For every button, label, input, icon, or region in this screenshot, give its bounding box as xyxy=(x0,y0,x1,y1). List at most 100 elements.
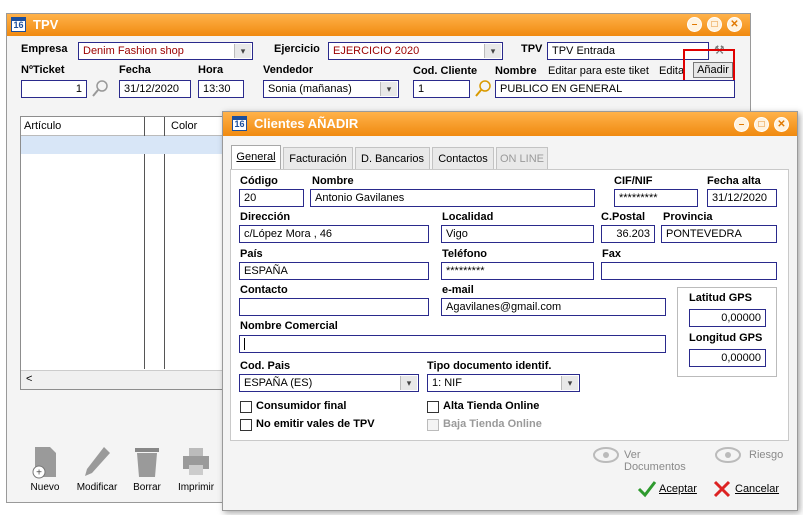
tpv-label: TPV xyxy=(521,43,543,55)
cpostal-field[interactable]: 36.203 xyxy=(601,225,655,243)
cancelar-button[interactable]: Cancelar xyxy=(712,479,782,499)
cod-pais-select[interactable]: ESPAÑA (ES) ▾ xyxy=(239,374,419,392)
horizontal-scrollbar[interactable]: < xyxy=(21,370,229,389)
editar-short-text[interactable]: Edita xyxy=(659,65,684,77)
nticket-value: 1 xyxy=(75,83,82,95)
grid-col-color[interactable]: Color xyxy=(171,120,197,132)
baja-tienda-checkbox xyxy=(427,419,439,431)
riesgo-button[interactable]: Riesgo xyxy=(714,446,786,464)
nticket-field[interactable]: 1 xyxy=(21,80,87,98)
alta-tienda-label: Alta Tienda Online xyxy=(443,400,540,412)
tab-contactos[interactable]: Contactos xyxy=(432,147,494,169)
ejercicio-label: Ejercicio xyxy=(274,43,320,55)
provincia-field[interactable]: PONTEVEDRA xyxy=(661,225,777,243)
nombre-comercial-field[interactable] xyxy=(239,335,666,353)
tab-general[interactable]: General xyxy=(231,145,281,170)
modificar-button[interactable]: Modificar xyxy=(73,445,121,495)
text-cursor xyxy=(244,338,245,351)
checkmark-icon xyxy=(637,481,657,498)
cod-cliente-field[interactable]: 1 xyxy=(413,80,470,98)
grid-header: Artículo Color xyxy=(21,117,229,136)
clientes-titlebar: 16 Clientes AÑADIR – □ ✕ xyxy=(223,112,797,136)
tab-contactos-label: Contactos xyxy=(438,153,488,165)
direccion-label: Dirección xyxy=(240,211,291,223)
minimize-icon[interactable]: – xyxy=(734,117,749,132)
editar-tiket-text[interactable]: Editar para este tiket xyxy=(548,65,649,77)
imprimir-button[interactable]: Imprimir xyxy=(174,445,218,495)
nombre-cliente-field[interactable]: Antonio Gavilanes xyxy=(310,189,595,207)
cod-pais-label: Cod. Pais xyxy=(240,360,291,372)
cpostal-label: C.Postal xyxy=(601,211,646,223)
fecha-alta-value: 31/12/2020 xyxy=(712,192,768,204)
clientes-app-icon: 16 xyxy=(232,116,247,131)
direccion-field[interactable]: c/López Mora , 46 xyxy=(239,225,429,243)
tab-facturacion[interactable]: Facturación xyxy=(283,147,353,169)
nombre-cliente-value: Antonio Gavilanes xyxy=(315,192,405,204)
tipo-doc-select[interactable]: 1: NIF ▾ xyxy=(427,374,580,392)
chevron-down-icon[interactable]: ▾ xyxy=(400,376,417,390)
pais-value: ESPAÑA xyxy=(244,265,288,277)
no-emitir-vales-checkbox[interactable] xyxy=(240,419,252,431)
cod-pais-value: ESPAÑA (ES) xyxy=(244,377,313,389)
telefono-field[interactable]: ********* xyxy=(441,262,594,280)
search-icon[interactable] xyxy=(473,78,493,98)
chevron-down-icon[interactable]: ▾ xyxy=(561,376,578,390)
contacto-field[interactable] xyxy=(239,298,429,316)
fecha-alta-field[interactable]: 31/12/2020 xyxy=(707,189,777,207)
pais-field[interactable]: ESPAÑA xyxy=(239,262,429,280)
codigo-field[interactable]: 20 xyxy=(239,189,304,207)
consumidor-final-checkbox[interactable] xyxy=(240,401,252,413)
vendedor-select[interactable]: Sonia (mañanas) ▾ xyxy=(263,80,399,98)
latitud-field[interactable]: 0,00000 xyxy=(689,309,766,327)
ver-documentos-button[interactable]: Ver Documentos xyxy=(592,446,704,473)
lines-grid[interactable]: Artículo Color < xyxy=(20,116,230,390)
borrar-button[interactable]: Borrar xyxy=(127,445,167,495)
baja-tienda-label: Baja Tienda Online xyxy=(443,418,542,430)
chevron-down-icon[interactable]: ▾ xyxy=(234,44,251,58)
grid-selected-row[interactable] xyxy=(21,136,229,154)
maximize-icon[interactable]: □ xyxy=(707,17,722,32)
empresa-select[interactable]: Denim Fashion shop ▾ xyxy=(78,42,253,60)
chevron-down-icon[interactable]: ▾ xyxy=(484,44,501,58)
nombre-field[interactable]: PUBLICO EN GENERAL xyxy=(495,80,735,98)
scroll-left-icon[interactable]: < xyxy=(26,373,32,385)
fecha-alta-label: Fecha alta xyxy=(707,175,761,187)
search-icon[interactable] xyxy=(90,78,110,98)
codigo-label: Código xyxy=(240,175,278,187)
ejercicio-select[interactable]: EJERCICIO 2020 ▾ xyxy=(328,42,503,60)
nombre-label: Nombre xyxy=(495,65,537,77)
aceptar-button[interactable]: Aceptar xyxy=(637,479,703,499)
longitud-field[interactable]: 0,00000 xyxy=(689,349,766,367)
nuevo-button[interactable]: + Nuevo xyxy=(25,445,65,495)
ejercicio-value: EJERCICIO 2020 xyxy=(333,45,420,57)
tab-bancarios[interactable]: D. Bancarios xyxy=(355,147,430,169)
close-icon[interactable]: ✕ xyxy=(774,117,789,132)
new-document-icon: + xyxy=(32,447,56,479)
hora-field[interactable]: 13:30 xyxy=(198,80,244,98)
cif-field[interactable]: ********* xyxy=(614,189,698,207)
alta-tienda-checkbox[interactable] xyxy=(427,401,439,413)
nombre-value: PUBLICO EN GENERAL xyxy=(500,83,623,95)
fax-field[interactable] xyxy=(601,262,777,280)
cif-value: ********* xyxy=(619,192,658,204)
latitud-value: 0,00000 xyxy=(721,312,761,324)
tab-bancarios-label: D. Bancarios xyxy=(361,153,424,165)
nuevo-label: Nuevo xyxy=(30,482,60,493)
minimize-icon[interactable]: – xyxy=(687,17,702,32)
grid-col-divider xyxy=(144,117,145,369)
grid-col-divider xyxy=(164,117,165,369)
localidad-label: Localidad xyxy=(442,211,494,223)
maximize-icon[interactable]: □ xyxy=(754,117,769,132)
tpv-app-icon: 16 xyxy=(11,17,26,32)
modificar-label: Modificar xyxy=(76,482,118,493)
chevron-down-icon[interactable]: ▾ xyxy=(380,82,397,96)
consumidor-final-label: Consumidor final xyxy=(256,400,347,412)
fecha-value: 31/12/2020 xyxy=(124,83,180,95)
svg-text:+: + xyxy=(36,468,42,479)
localidad-field[interactable]: Vigo xyxy=(441,225,594,243)
fecha-field[interactable]: 31/12/2020 xyxy=(119,80,191,98)
email-field[interactable]: Agavilanes@gmail.com xyxy=(441,298,666,316)
close-icon[interactable]: ✕ xyxy=(727,17,742,32)
grid-col-articulo[interactable]: Artículo xyxy=(24,120,61,132)
email-label: e-mail xyxy=(442,284,474,296)
